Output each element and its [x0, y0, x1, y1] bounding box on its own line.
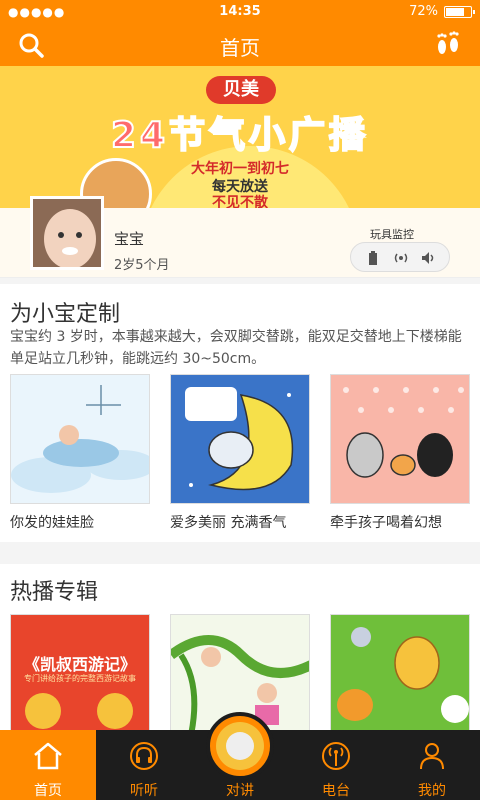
card-image-good-night: [170, 374, 310, 504]
headphones-icon: [130, 742, 158, 770]
card-label: 你发的娃娃脸: [10, 515, 94, 531]
tab-listen[interactable]: 听听: [96, 730, 192, 800]
baby-name: 宝宝: [114, 230, 145, 248]
wifi-signal-icon[interactable]: [393, 251, 409, 265]
status-time: 14:35: [219, 4, 261, 19]
album-subtitle: 专门讲给孩子的完整西游记故事: [24, 674, 136, 683]
section-title-hot: 热播专辑: [10, 580, 99, 605]
toy-monitor-label: 玩具监控: [370, 228, 414, 241]
tab-radio[interactable]: 电台: [288, 730, 384, 800]
character-illustration: [25, 693, 61, 729]
tab-label: 对讲: [226, 783, 254, 799]
tab-label: 听听: [130, 783, 158, 799]
banner-headline: 24节气小广播: [110, 114, 370, 157]
tab-mine[interactable]: 我的: [384, 730, 480, 800]
custom-card-2[interactable]: 爱多美丽 充满香气: [170, 374, 310, 532]
album-card-1[interactable]: 《凯叔西游记》 专门讲给孩子的完整西游记故事: [10, 614, 150, 734]
toy-monitor-control: [350, 242, 450, 272]
user-icon: [420, 743, 444, 770]
album-card-3[interactable]: [330, 614, 470, 734]
radio-antenna-icon: [322, 742, 350, 770]
bear-mascot-icon: [216, 722, 264, 770]
footprint-icon[interactable]: [432, 29, 464, 61]
baby-age: 2岁5个月: [114, 258, 170, 273]
custom-card-1[interactable]: 你发的娃娃脸: [10, 374, 150, 532]
tab-label: 首页: [34, 783, 62, 799]
card-label: 牵手孩子喝着幻想: [330, 515, 442, 531]
volume-icon[interactable]: [421, 251, 437, 265]
section-title-custom: 为小宝定制: [10, 302, 121, 327]
card-image-cats: [330, 374, 470, 504]
battery-icon[interactable]: [365, 251, 381, 265]
character-illustration: [97, 693, 133, 729]
banner-line-1: 大年初一到初七: [191, 161, 289, 177]
tab-home[interactable]: 首页: [0, 730, 96, 800]
page-title: 首页: [220, 36, 260, 60]
custom-card-3[interactable]: 牵手孩子喝着幻想: [330, 374, 470, 532]
album-title: 《凯叔西游记》: [23, 655, 136, 674]
custom-section: 为小宝定制 宝宝约 3 岁时，本事越来越大，会双脚交替跳，能双足交替地上下楼梯能…: [0, 284, 480, 542]
card-label: 爱多美丽 充满香气: [170, 515, 287, 531]
status-bar: ●●●●● 14:35 72%: [0, 0, 480, 24]
tab-label: 电台: [322, 783, 350, 799]
album-cover-xiyouji: 《凯叔西游记》 专门讲给孩子的完整西游记故事: [10, 614, 150, 734]
talk-button[interactable]: [206, 712, 274, 780]
promo-banner[interactable]: 贝美 24节气小广播 大年初一到初七 每天放送 不见不散: [0, 66, 480, 208]
album-cover-jungle-animals: [330, 614, 470, 734]
battery-percent: 72%: [409, 4, 438, 19]
card-image-baby: [10, 374, 150, 504]
brand-badge: 贝美: [206, 76, 276, 104]
top-navbar: 首页: [0, 24, 480, 66]
baby-avatar[interactable]: [30, 196, 104, 270]
battery-icon: [444, 6, 475, 18]
section-description: 宝宝约 3 岁时，本事越来越大，会双脚交替跳，能双足交替地上下楼梯能单足站立几秒…: [10, 329, 462, 367]
home-icon: [34, 742, 62, 770]
baby-profile: 宝宝 2岁5个月 玩具监控: [0, 196, 480, 278]
tab-label: 我的: [418, 783, 446, 799]
